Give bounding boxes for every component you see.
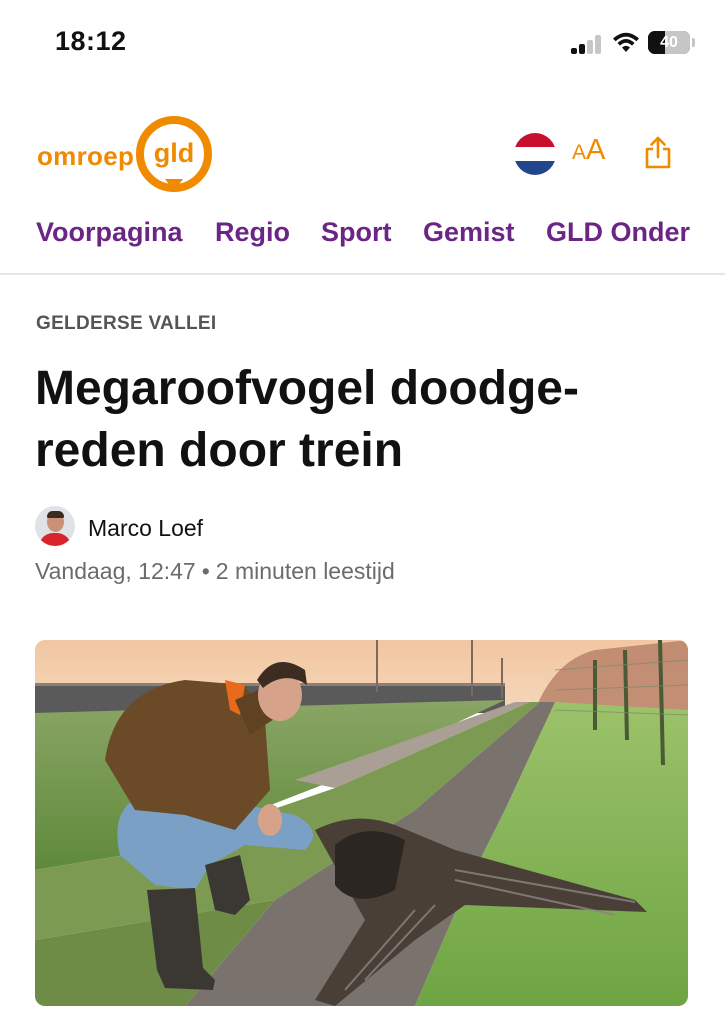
headline-line-2: reden door trein xyxy=(35,424,404,477)
nav-item-voorpagina[interactable]: Voorpagina xyxy=(36,217,183,248)
article-meta: Vandaag, 12:47 • 2 minuten leestijd xyxy=(35,558,395,585)
headline-line-1: Megaroofvogel doodge- xyxy=(35,362,579,415)
nav-item-regio[interactable]: Regio xyxy=(215,217,290,248)
omroep-gld-logo[interactable]: omroep gld xyxy=(37,116,217,194)
meta-separator: • xyxy=(201,558,210,584)
nav-item-sport[interactable]: Sport xyxy=(321,217,392,248)
battery-percentage: 40 xyxy=(660,34,678,51)
dutch-flag-icon[interactable] xyxy=(514,133,556,175)
reading-time: 2 minuten leestijd xyxy=(215,558,395,584)
publish-date: Vandaag, 12:47 xyxy=(35,558,196,584)
logo-badge-text: gld xyxy=(153,138,195,168)
wifi-icon xyxy=(613,32,639,52)
font-size-button[interactable]: AA xyxy=(572,134,605,167)
site-header: omroep gld AA xyxy=(0,100,725,210)
battery-cap xyxy=(692,38,695,47)
nav-item-gld-onder[interactable]: GLD Onder xyxy=(546,217,690,248)
hero-photo[interactable] xyxy=(35,640,688,1006)
share-icon[interactable] xyxy=(644,136,672,170)
avatar xyxy=(35,506,75,546)
logo-word: omroep xyxy=(37,141,135,171)
battery-icon: 40 xyxy=(648,31,690,54)
font-size-small-a: A xyxy=(572,141,587,164)
section-nav: Voorpagina Regio Sport Gemist GLD Onder xyxy=(0,212,725,275)
cellular-signal-icon xyxy=(571,34,605,54)
author-name: Marco Loef xyxy=(88,515,204,541)
nav-item-gemist[interactable]: Gemist xyxy=(423,217,515,248)
status-bar: 18:12 40 xyxy=(0,0,725,88)
article-category[interactable]: GELDERSE VALLEI xyxy=(36,313,216,335)
article-headline: Megaroofvogel doodge-reden door trein xyxy=(35,358,675,482)
font-size-large-a: A xyxy=(586,134,606,166)
status-time: 18:12 xyxy=(55,26,127,56)
